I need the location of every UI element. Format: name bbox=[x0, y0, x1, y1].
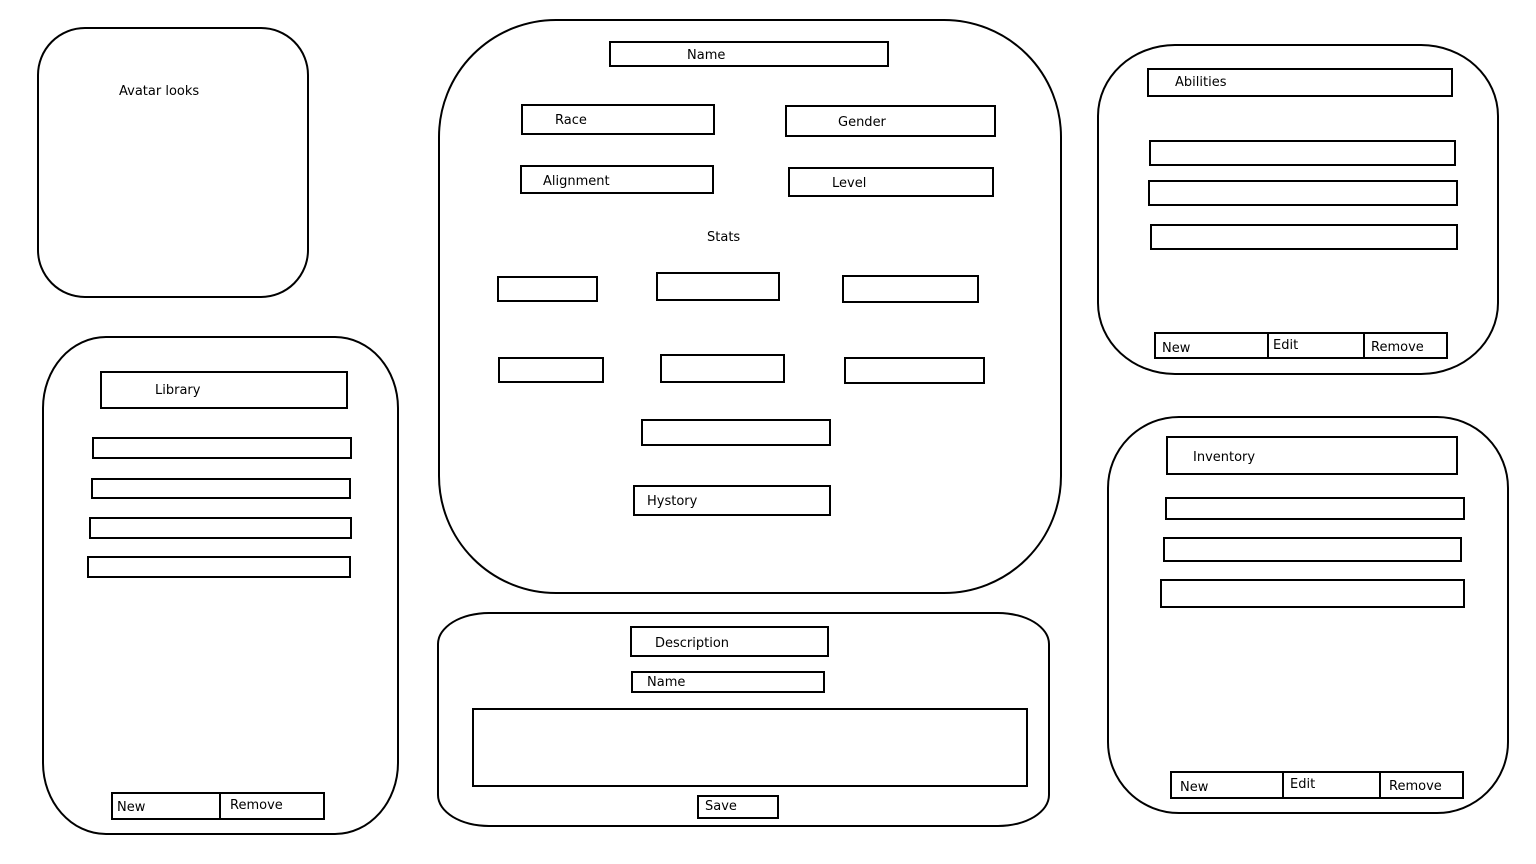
library-remove-button[interactable]: Remove bbox=[230, 799, 283, 812]
alignment-field[interactable]: Alignment bbox=[520, 165, 714, 194]
gender-field[interactable]: Gender bbox=[785, 105, 996, 137]
avatar-looks-label: Avatar looks bbox=[119, 84, 200, 99]
stat-field[interactable] bbox=[842, 275, 979, 303]
inventory-list-item[interactable] bbox=[1165, 497, 1465, 520]
abilities-edit-button[interactable]: Edit bbox=[1273, 339, 1298, 352]
ability-list-item[interactable] bbox=[1150, 224, 1458, 250]
inventory-list-item[interactable] bbox=[1160, 579, 1465, 608]
race-field[interactable]: Race bbox=[521, 104, 715, 135]
inventory-new-button[interactable]: New bbox=[1180, 781, 1208, 794]
character-panel: Name Race Gender Alignment Level Stats H… bbox=[438, 19, 1062, 594]
stat-field[interactable] bbox=[656, 272, 780, 301]
inventory-title: Inventory bbox=[1166, 436, 1458, 475]
library-list-item[interactable] bbox=[87, 556, 351, 578]
stat-field[interactable] bbox=[641, 419, 831, 446]
library-button-divider bbox=[219, 794, 221, 818]
inventory-edit-button[interactable]: Edit bbox=[1290, 778, 1315, 791]
library-title: Library bbox=[100, 371, 348, 409]
description-panel: Description Name Save bbox=[437, 612, 1050, 827]
abilities-button-divider bbox=[1363, 334, 1365, 357]
level-field[interactable]: Level bbox=[788, 167, 994, 197]
stat-field[interactable] bbox=[498, 357, 604, 383]
inventory-button-divider bbox=[1282, 773, 1284, 797]
library-list-item[interactable] bbox=[92, 437, 352, 459]
save-button[interactable]: Save bbox=[697, 795, 779, 819]
abilities-button-divider bbox=[1267, 334, 1269, 357]
description-text-area[interactable] bbox=[472, 708, 1028, 787]
inventory-button-group: New Edit Remove bbox=[1170, 771, 1464, 799]
ability-list-item[interactable] bbox=[1148, 180, 1458, 206]
history-field[interactable]: Hystory bbox=[633, 485, 831, 516]
inventory-panel: Inventory New Edit Remove bbox=[1107, 416, 1509, 814]
stats-label: Stats bbox=[707, 230, 741, 245]
stat-field[interactable] bbox=[497, 276, 598, 302]
abilities-title: Abilities bbox=[1147, 68, 1453, 97]
description-name-field[interactable]: Name bbox=[631, 671, 825, 693]
ability-list-item[interactable] bbox=[1149, 140, 1456, 166]
library-new-button[interactable]: New bbox=[117, 801, 145, 814]
avatar-panel: Avatar looks bbox=[37, 27, 309, 298]
inventory-remove-button[interactable]: Remove bbox=[1389, 780, 1442, 793]
library-list-item[interactable] bbox=[91, 478, 351, 499]
abilities-remove-button[interactable]: Remove bbox=[1371, 341, 1424, 354]
stat-field[interactable] bbox=[660, 354, 785, 383]
library-list-item[interactable] bbox=[89, 517, 352, 539]
abilities-button-group: New Edit Remove bbox=[1154, 332, 1448, 359]
abilities-panel: Abilities New Edit Remove bbox=[1097, 44, 1499, 375]
abilities-new-button[interactable]: New bbox=[1162, 342, 1190, 355]
library-panel: Library New Remove bbox=[42, 336, 399, 835]
stat-field[interactable] bbox=[844, 357, 985, 384]
inventory-list-item[interactable] bbox=[1163, 537, 1462, 562]
library-button-group: New Remove bbox=[111, 792, 325, 820]
inventory-button-divider bbox=[1379, 773, 1381, 797]
name-field[interactable]: Name bbox=[609, 41, 889, 67]
description-title: Description bbox=[630, 626, 829, 657]
